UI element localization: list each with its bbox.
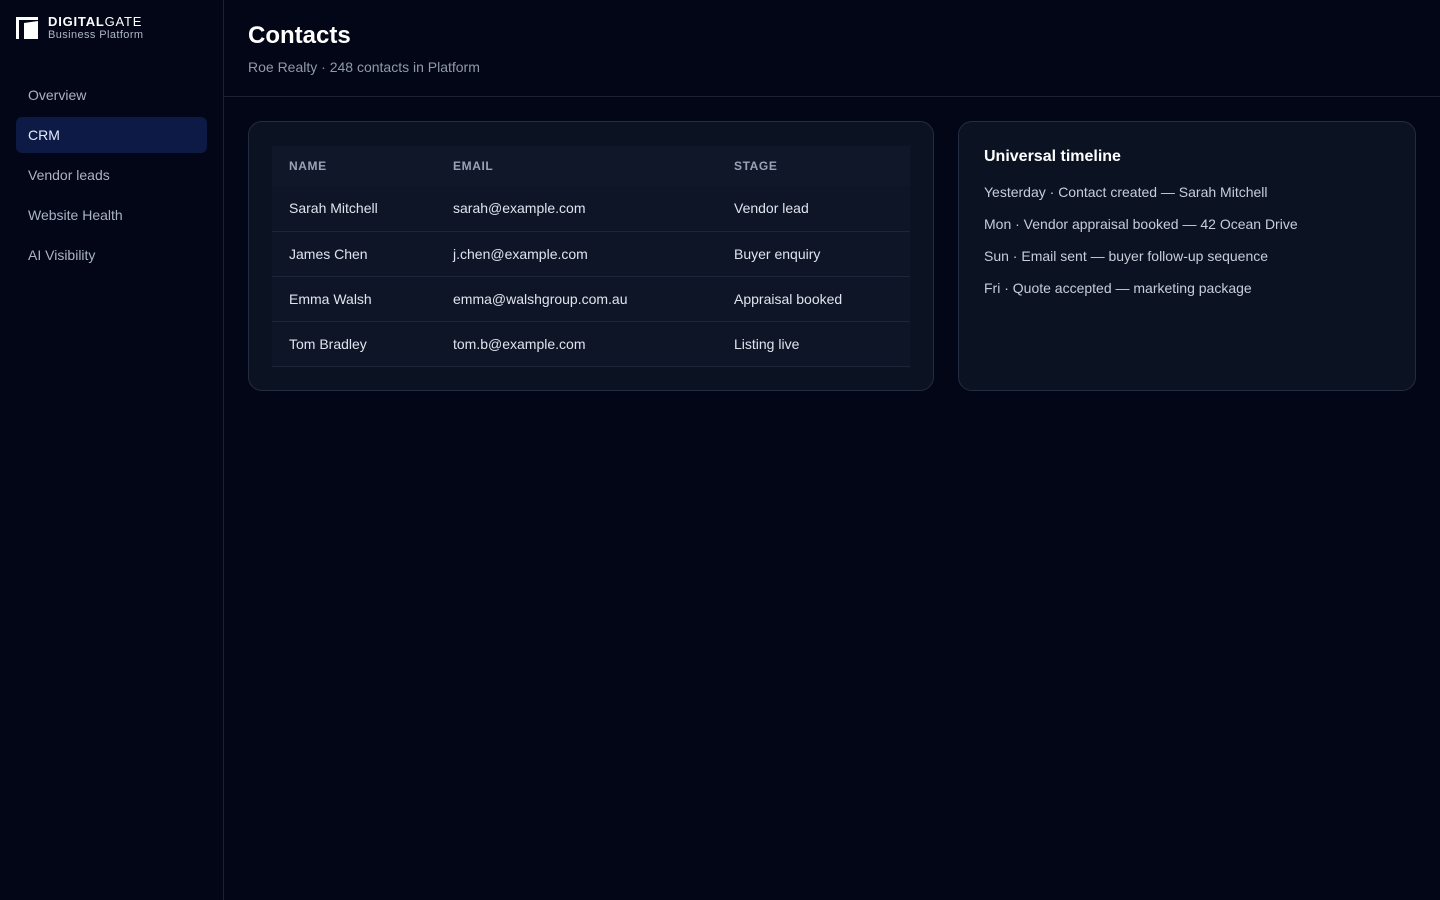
brand-logo[interactable]: DIGITALGATE Business Platform [16,0,207,56]
contact-stage: Vendor lead [717,186,910,232]
contact-email[interactable]: tom.b@example.com [436,321,717,367]
contact-email[interactable]: j.chen@example.com [436,231,717,277]
brand-subtitle: Business Platform [48,29,144,41]
contact-stage: Appraisal booked [717,276,910,322]
contacts-card: NAME EMAIL STAGE Sarah Mitchell sarah@ex… [248,121,934,391]
timeline-card: Universal timeline Yesterday · Contact c… [958,121,1416,391]
sidebar-item-crm[interactable]: CRM [16,117,207,153]
sidebar-nav: Overview CRM Vendor leads Website Health… [16,77,207,273]
table-row[interactable]: Emma Walsh emma@walshgroup.com.au Apprai… [272,276,910,322]
column-header-name[interactable]: NAME [272,146,436,186]
sidebar-item-website-health[interactable]: Website Health [16,197,207,233]
app-window: DIGITALGATE Business Platform Overview C… [0,0,1440,900]
column-header-stage[interactable]: STAGE [717,146,910,186]
contact-stage: Listing live [717,321,910,367]
timeline-item: Yesterday · Contact created — Sarah Mitc… [984,184,1268,200]
timeline-title: Universal timeline [984,148,1121,165]
contact-stage: Buyer enquiry [717,231,910,277]
table-header-row: NAME EMAIL STAGE [272,146,910,186]
contact-name[interactable]: Emma Walsh [272,276,436,322]
contact-name[interactable]: Tom Bradley [272,321,436,367]
timeline-item: Mon · Vendor appraisal booked — 42 Ocean… [984,216,1298,232]
contact-email[interactable]: sarah@example.com [436,186,717,232]
table-row[interactable]: Sarah Mitchell sarah@example.com Vendor … [272,186,910,232]
column-header-email[interactable]: EMAIL [436,146,717,186]
contact-email[interactable]: emma@walshgroup.com.au [436,276,717,322]
sidebar: DIGITALGATE Business Platform Overview C… [0,0,224,900]
contact-name[interactable]: James Chen [272,231,436,277]
timeline-item: Fri · Quote accepted — marketing package [984,280,1252,296]
page-header: Contacts Roe Realty · 248 contacts in Pl… [224,0,1440,97]
sidebar-item-vendor-leads[interactable]: Vendor leads [16,157,207,193]
contact-name[interactable]: Sarah Mitchell [272,186,436,232]
contacts-table: NAME EMAIL STAGE Sarah Mitchell sarah@ex… [272,146,910,367]
gate-logo-icon [16,17,38,39]
timeline-item: Sun · Email sent — buyer follow-up seque… [984,248,1269,264]
content-area: NAME EMAIL STAGE Sarah Mitchell sarah@ex… [224,97,1440,391]
page-title: Contacts [248,22,351,49]
sidebar-item-ai-visibility[interactable]: AI Visibility [16,237,207,273]
table-row[interactable]: Tom Bradley tom.b@example.com Listing li… [272,321,910,367]
sidebar-item-overview[interactable]: Overview [16,77,207,113]
brand-name: DIGITALGATE [48,14,143,29]
table-row[interactable]: James Chen j.chen@example.com Buyer enqu… [272,231,910,277]
main-content: Contacts Roe Realty · 248 contacts in Pl… [224,0,1440,900]
page-subtitle: Roe Realty · 248 contacts in Platform [248,59,480,75]
